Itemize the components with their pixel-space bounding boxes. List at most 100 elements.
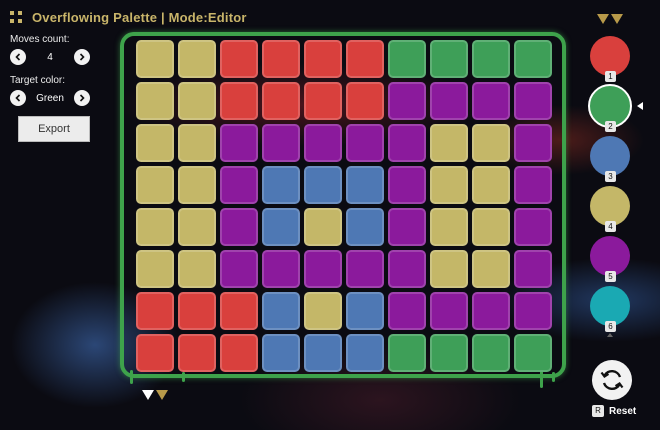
board-cell[interactable] xyxy=(472,40,510,78)
board-cell[interactable] xyxy=(388,40,426,78)
board-cell[interactable] xyxy=(304,124,342,162)
board-cell[interactable] xyxy=(262,166,300,204)
board-cell[interactable] xyxy=(220,82,258,120)
frame-drip xyxy=(182,372,185,382)
board-cell[interactable] xyxy=(472,208,510,246)
palette-swatch-cyan[interactable] xyxy=(590,286,630,326)
palette-swatch-red[interactable] xyxy=(590,36,630,76)
board-cell[interactable] xyxy=(262,124,300,162)
board-cell[interactable] xyxy=(304,40,342,78)
board-cell[interactable] xyxy=(136,250,174,288)
board-cell[interactable] xyxy=(178,40,216,78)
board-cell[interactable] xyxy=(346,82,384,120)
board-cell[interactable] xyxy=(472,292,510,330)
board-cell[interactable] xyxy=(304,82,342,120)
palette-key-badge: 5 xyxy=(605,271,616,282)
reset-button[interactable] xyxy=(592,360,632,400)
board-cell[interactable] xyxy=(304,166,342,204)
board-cell[interactable] xyxy=(514,334,552,372)
board-cell[interactable] xyxy=(304,250,342,288)
board-cell[interactable] xyxy=(178,250,216,288)
board-cell[interactable] xyxy=(346,250,384,288)
board-cell[interactable] xyxy=(262,208,300,246)
board-cell[interactable] xyxy=(220,166,258,204)
board-cell[interactable] xyxy=(346,166,384,204)
target-color-prev-button[interactable] xyxy=(10,90,26,106)
board-cell[interactable] xyxy=(514,250,552,288)
board-cell[interactable] xyxy=(178,208,216,246)
board-cell[interactable] xyxy=(430,334,468,372)
board-cell[interactable] xyxy=(430,40,468,78)
board-cell[interactable] xyxy=(514,292,552,330)
board-cell[interactable] xyxy=(178,82,216,120)
board-cell[interactable] xyxy=(388,250,426,288)
board-cell[interactable] xyxy=(262,250,300,288)
moves-decrease-button[interactable] xyxy=(10,49,26,65)
grid-icon xyxy=(10,11,22,23)
gold-triangle-icon xyxy=(597,14,609,24)
board-cell[interactable] xyxy=(388,124,426,162)
board-cell[interactable] xyxy=(388,82,426,120)
board-cell[interactable] xyxy=(388,166,426,204)
board-cell[interactable] xyxy=(472,334,510,372)
reset-icon xyxy=(600,369,624,391)
palette-swatch-blue[interactable] xyxy=(590,136,630,176)
board-cell[interactable] xyxy=(472,124,510,162)
board-cell[interactable] xyxy=(346,334,384,372)
board-cell[interactable] xyxy=(430,124,468,162)
target-color-stepper: Green xyxy=(10,90,90,106)
board-cell[interactable] xyxy=(136,334,174,372)
palette-swatch-yellow[interactable] xyxy=(590,186,630,226)
gold-triangle-icon xyxy=(611,14,623,24)
board-cell[interactable] xyxy=(178,166,216,204)
chevron-right-icon xyxy=(79,94,85,102)
board-cell[interactable] xyxy=(388,292,426,330)
board-cell[interactable] xyxy=(514,124,552,162)
board-cell[interactable] xyxy=(178,292,216,330)
board-cell[interactable] xyxy=(178,124,216,162)
board-cell[interactable] xyxy=(472,166,510,204)
board-cell[interactable] xyxy=(220,292,258,330)
board-cell[interactable] xyxy=(136,40,174,78)
board-cell[interactable] xyxy=(220,334,258,372)
board-cell[interactable] xyxy=(262,82,300,120)
board-cell[interactable] xyxy=(514,208,552,246)
board-cell[interactable] xyxy=(136,166,174,204)
board-cell[interactable] xyxy=(430,250,468,288)
board-cell[interactable] xyxy=(220,124,258,162)
board-cell[interactable] xyxy=(346,292,384,330)
board-cell[interactable] xyxy=(262,40,300,78)
board-cell[interactable] xyxy=(430,208,468,246)
export-button[interactable]: Export xyxy=(18,116,90,142)
board-cell[interactable] xyxy=(388,208,426,246)
palette-swatch-purple[interactable] xyxy=(590,236,630,276)
target-color-next-button[interactable] xyxy=(73,90,90,106)
board-cell[interactable] xyxy=(220,40,258,78)
board-cell[interactable] xyxy=(346,124,384,162)
board-cell[interactable] xyxy=(472,82,510,120)
board-cell[interactable] xyxy=(220,250,258,288)
board-cell[interactable] xyxy=(514,166,552,204)
board-cell[interactable] xyxy=(388,334,426,372)
board-cell[interactable] xyxy=(220,208,258,246)
board-cell[interactable] xyxy=(346,208,384,246)
board-cell[interactable] xyxy=(304,334,342,372)
board-cell[interactable] xyxy=(430,166,468,204)
board-cell[interactable] xyxy=(136,82,174,120)
board-cell[interactable] xyxy=(304,208,342,246)
board-cell[interactable] xyxy=(430,82,468,120)
target-color-value: Green xyxy=(36,92,64,104)
moves-increase-button[interactable] xyxy=(74,49,90,65)
board-cell[interactable] xyxy=(472,250,510,288)
board-cell[interactable] xyxy=(136,292,174,330)
board-cell[interactable] xyxy=(304,292,342,330)
board-cell[interactable] xyxy=(136,208,174,246)
board-cell[interactable] xyxy=(136,124,174,162)
board-cell[interactable] xyxy=(346,40,384,78)
board-cell[interactable] xyxy=(178,334,216,372)
board-cell[interactable] xyxy=(514,82,552,120)
board-cell[interactable] xyxy=(430,292,468,330)
board-cell[interactable] xyxy=(262,292,300,330)
board-cell[interactable] xyxy=(514,40,552,78)
board-cell[interactable] xyxy=(262,334,300,372)
